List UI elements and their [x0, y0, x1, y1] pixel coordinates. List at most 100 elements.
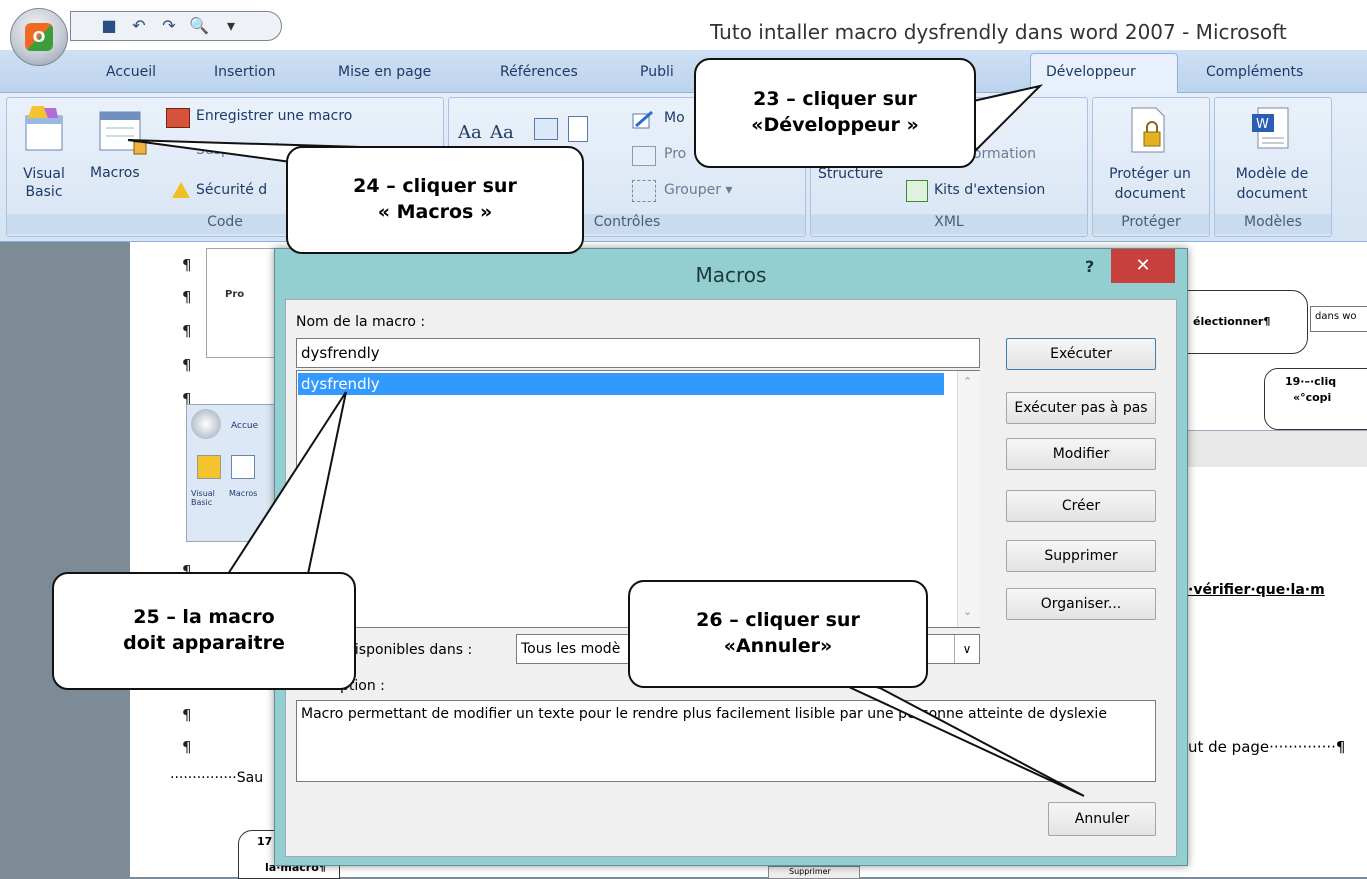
tab-publipostage[interactable]: Publi: [640, 64, 674, 80]
tab-complements[interactable]: Compléments: [1206, 64, 1303, 80]
group-button-label: Grouper: [664, 182, 721, 198]
properties-icon[interactable]: [632, 146, 656, 166]
design-mode-button[interactable]: Mo: [664, 110, 685, 126]
callout-25: 25 – la macro doit apparaitre: [52, 572, 356, 690]
mini-visual-basic-icon: [197, 455, 221, 479]
expansion-packs-button[interactable]: Kits d'extension: [934, 182, 1045, 198]
pilcrow-mark: ¶: [182, 322, 192, 340]
macro-name-input[interactable]: dysfrendly: [296, 338, 980, 368]
mini-visual-basic-label: Visual Basic: [191, 489, 215, 507]
list-item[interactable]: dysfrendly: [298, 373, 944, 395]
dialog-body: Nom de la macro : dysfrendly dysfrendly …: [285, 299, 1177, 857]
mini-office-button-icon: [191, 409, 221, 439]
bg-callout-19: 19·–·cliq «°copi: [1264, 368, 1367, 430]
bg-input-fragment: dans wo: [1310, 306, 1367, 332]
organizer-button[interactable]: Organiser...: [1006, 588, 1156, 620]
macros-in-label: disponibles dans :: [346, 642, 473, 658]
bg-text: «°copi: [1293, 391, 1332, 404]
pilcrow-mark: ¶: [182, 706, 192, 724]
window-title: Tuto intaller macro dysfrendly dans word…: [710, 20, 1287, 44]
office-logo-icon: O: [25, 23, 53, 51]
tab-references[interactable]: Références: [500, 64, 578, 80]
expansion-packs-icon: [906, 180, 928, 202]
bg-text: 17: [257, 835, 273, 848]
step-into-button[interactable]: Exécuter pas à pas: [1006, 392, 1156, 424]
office-button[interactable]: O: [10, 8, 68, 66]
mini-macros-label: Macros: [229, 489, 258, 498]
visual-basic-icon[interactable]: [22, 104, 66, 154]
bg-text: dans wo: [1315, 311, 1357, 322]
bg-callout-fragment: électionner¶: [1186, 290, 1308, 354]
bg-text: 19·–·cliq: [1285, 375, 1337, 388]
bg-text: ut de page··············¶: [1188, 738, 1346, 756]
edit-button[interactable]: Modifier: [1006, 438, 1156, 470]
bg-text: Supprimer: [789, 867, 831, 876]
run-button[interactable]: Exécuter: [1006, 338, 1156, 370]
group-button[interactable]: Grouper ▾: [664, 182, 732, 198]
macros-dialog: Macros ? ✕ Nom de la macro : dysfrendly …: [274, 248, 1188, 866]
delete-button[interactable]: Supprimer: [1006, 540, 1156, 572]
svg-text:W: W: [1256, 117, 1269, 132]
qat-dropdown-icon[interactable]: ▾: [221, 16, 241, 36]
picture-control-icon[interactable]: [534, 118, 558, 140]
bg-text: ·vérifier·que·la·m: [1188, 582, 1325, 598]
macro-security-button[interactable]: Sécurité d: [196, 182, 267, 198]
plain-text-control-button[interactable]: Aa: [490, 122, 514, 143]
redo-icon[interactable]: ↷: [159, 16, 179, 36]
group-xml-label: XML: [811, 214, 1087, 234]
tab-insertion[interactable]: Insertion: [214, 64, 275, 80]
bg-text-content: ut de page: [1188, 738, 1270, 756]
save-icon[interactable]: ■: [99, 16, 119, 36]
bg-text: électionner¶: [1193, 315, 1271, 328]
document-template-button[interactable]: Modèle de document: [1216, 164, 1328, 204]
create-button[interactable]: Créer: [1006, 490, 1156, 522]
document-template-icon[interactable]: W: [1250, 106, 1292, 154]
design-mode-icon[interactable]: [632, 110, 654, 130]
protect-document-icon[interactable]: [1128, 106, 1168, 154]
embedded-ribbon-image: Accue Visual Basic Macros: [186, 404, 284, 542]
mini-macros-icon: [231, 455, 255, 479]
macro-name-label: Nom de la macro :: [296, 314, 426, 330]
group-templates-label: Modèles: [1215, 214, 1331, 234]
dialog-title: Macros: [695, 263, 767, 287]
group-protect-label: Protéger: [1093, 214, 1209, 234]
structure-button[interactable]: Structure: [818, 166, 883, 182]
undo-icon[interactable]: ↶: [129, 16, 149, 36]
close-button[interactable]: ✕: [1111, 249, 1175, 283]
list-scrollbar[interactable]: ⌃ ⌄: [957, 371, 980, 627]
bg-button-fragment: Supprimer: [768, 866, 860, 879]
pilcrow-mark: ¶: [182, 256, 192, 274]
record-macro-button[interactable]: Enregistrer une macro: [196, 108, 352, 124]
macros-button[interactable]: Macros: [90, 165, 140, 181]
help-button[interactable]: ?: [1085, 257, 1094, 276]
transformation-button[interactable]: formation: [968, 146, 1036, 162]
bg-text-content: Sau: [236, 770, 264, 786]
macros-icon[interactable]: [98, 108, 150, 160]
callout-24: 24 – cliquer sur « Macros »: [286, 146, 584, 254]
record-macro-icon: [166, 108, 190, 128]
tab-developpeur[interactable]: Développeur: [1046, 64, 1136, 80]
group-icon[interactable]: [632, 180, 656, 202]
chevron-down-icon[interactable]: ∨: [954, 635, 979, 663]
pilcrow-mark: ¶: [182, 288, 192, 306]
bg-text: ···············Sau: [170, 770, 264, 786]
pause-recording-button[interactable]: Suspendre l': [196, 142, 283, 158]
bg-bar-fragment: [1186, 430, 1367, 467]
protect-document-button[interactable]: Protéger un document: [1094, 164, 1206, 204]
tab-mise-en-page[interactable]: Mise en page: [338, 64, 431, 80]
scroll-down-icon[interactable]: ⌄: [963, 605, 972, 618]
building-block-icon[interactable]: [568, 116, 588, 142]
tree-item-label: Pro: [225, 289, 245, 300]
warning-icon: [172, 182, 190, 198]
callout-26: 26 – cliquer sur «Annuler»: [628, 580, 928, 688]
quick-access-toolbar: ■ ↶ ↷ 🔍 ▾: [70, 11, 282, 41]
description-text: Macro permettant de modifier un texte po…: [296, 700, 1156, 782]
tab-accueil[interactable]: Accueil: [106, 64, 156, 80]
scroll-up-icon[interactable]: ⌃: [963, 375, 972, 388]
rich-text-control-button[interactable]: Aa: [458, 122, 482, 143]
print-preview-icon[interactable]: 🔍: [189, 16, 209, 36]
properties-button[interactable]: Pro: [664, 146, 686, 162]
cancel-button[interactable]: Annuler: [1048, 802, 1156, 836]
visual-basic-button[interactable]: Visual Basic: [4, 165, 84, 201]
pilcrow-mark: ¶: [182, 738, 192, 756]
